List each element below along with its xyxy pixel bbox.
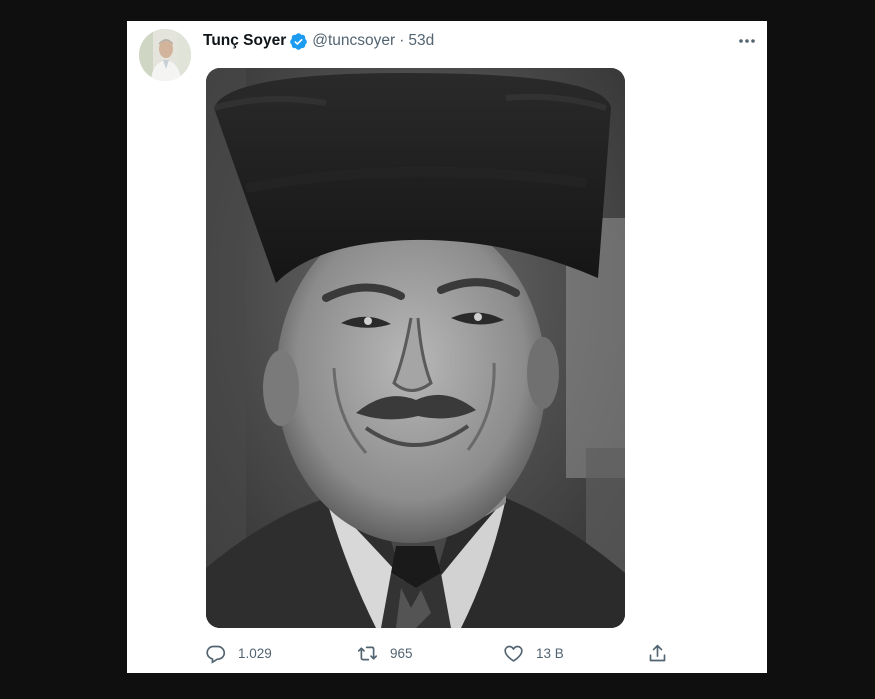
verified-badge-icon	[289, 32, 308, 51]
tweet-card[interactable]: Tunç Soyer @tuncsoyer · 53d 1.029 965 13…	[127, 21, 767, 673]
reply-icon	[205, 643, 226, 664]
meta-separator: ·	[399, 32, 405, 49]
reply-button[interactable]: 1.029	[205, 641, 272, 665]
reply-count: 1.029	[238, 645, 272, 661]
retweet-count: 965	[390, 645, 413, 661]
tweet-age[interactable]: 53d	[408, 32, 434, 50]
tweet-header: Tunç Soyer @tuncsoyer · 53d	[203, 30, 434, 52]
more-options-button[interactable]	[737, 31, 757, 51]
author-avatar[interactable]	[139, 29, 191, 81]
avatar-image	[139, 29, 191, 81]
like-button[interactable]: 13 B	[503, 641, 564, 665]
like-count: 13 B	[536, 645, 564, 661]
tweet-actions: 1.029 965 13 B	[205, 641, 675, 665]
share-icon	[647, 643, 668, 664]
author-handle[interactable]: @tuncsoyer	[312, 32, 395, 50]
author-name[interactable]: Tunç Soyer	[203, 32, 286, 50]
portrait-image	[206, 68, 625, 628]
share-button[interactable]	[647, 641, 680, 665]
more-horizontal-icon	[739, 39, 755, 43]
tweet-photo[interactable]	[206, 68, 625, 628]
retweet-icon	[357, 643, 378, 664]
retweet-button[interactable]: 965	[357, 641, 413, 665]
heart-icon	[503, 643, 524, 664]
